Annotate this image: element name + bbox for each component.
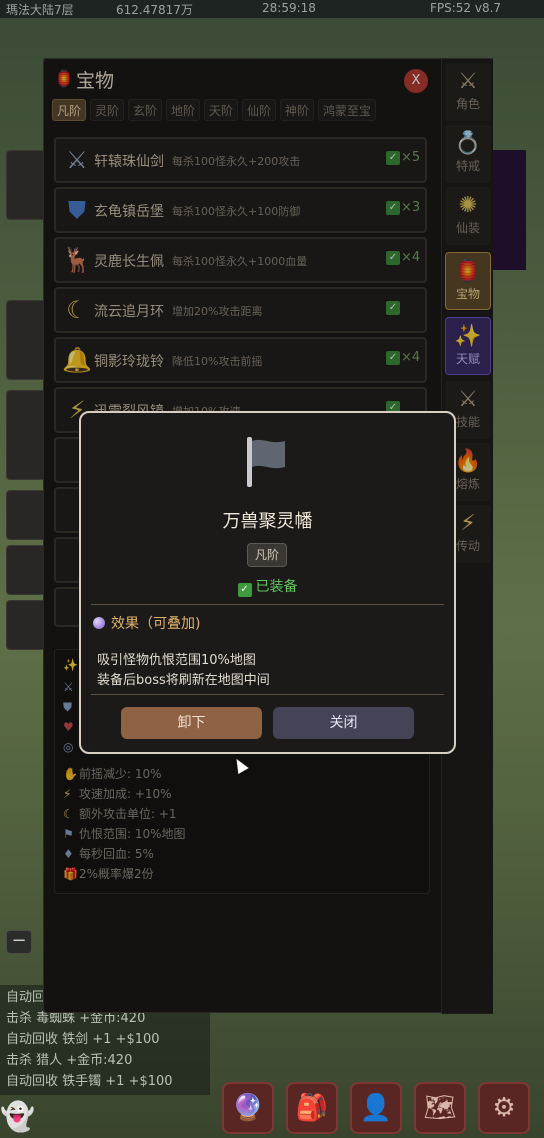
orb-icon [93,617,105,629]
left-hud [0,40,48,980]
collapse-button[interactable]: − [6,930,32,954]
item-title: 万兽聚灵幡 [222,511,313,532]
effect-heading: 效果（可叠加) [93,613,200,633]
log-line: 自动回收 铁手镯 +1 +$100 [6,1074,173,1089]
divider [91,604,444,605]
log-line: 击杀 猎人 +金币:420 [6,1053,133,1068]
divider [91,694,444,695]
gear-icon[interactable]: ⚙ [478,1082,530,1134]
hud-slot[interactable] [6,390,46,480]
scene-decoration [490,150,526,270]
effect-line: 装备后boss将刷新在地图中间 [97,673,270,688]
unequip-button[interactable]: 卸下 [121,707,262,739]
hud-slot[interactable] [6,490,46,540]
crystal-ball-icon[interactable]: 🔮 [222,1082,274,1134]
rarity-badge: 凡阶 [247,543,288,567]
ghost-icon: 👻 [0,1100,35,1133]
map-level: 瑪法大陆7层 [6,3,74,17]
hud-slot[interactable] [6,600,46,650]
map-icon[interactable]: 🗺 [414,1082,466,1134]
backpack-icon[interactable]: 🎒 [286,1082,338,1134]
play-timer: 28:59:18 [262,1,316,15]
hud-slot[interactable] [6,300,46,380]
fps-readout: FPS:52 v8.7 [430,1,502,15]
gold-amount: 612.47817万 [116,3,193,17]
hud-slot[interactable] [6,150,46,220]
log-line: 自动回收 铁剑 +1 +$100 [6,1032,160,1047]
effect-line: 吸引怪物仇恨范围10%地图 [97,653,256,668]
close-button[interactable]: 关闭 [273,707,414,739]
check-icon: ✓ [237,583,252,597]
equipped-status: ✓ 已装备 [81,576,454,597]
flag-icon [247,437,285,487]
bottom-nav: 🔮 🎒 👤 🗺 ⚙ [218,1080,544,1138]
hud-slot[interactable] [6,545,46,595]
person-icon[interactable]: 👤 [350,1082,402,1134]
item-detail-modal: 万兽聚灵幡 凡阶 ✓ 已装备 效果（可叠加) 吸引怪物仇恨范围10%地图 装备后b… [79,411,456,754]
top-status-bar: 瑪法大陆7层 612.47817万 28:59:18 FPS:52 v8.7 [0,0,544,18]
